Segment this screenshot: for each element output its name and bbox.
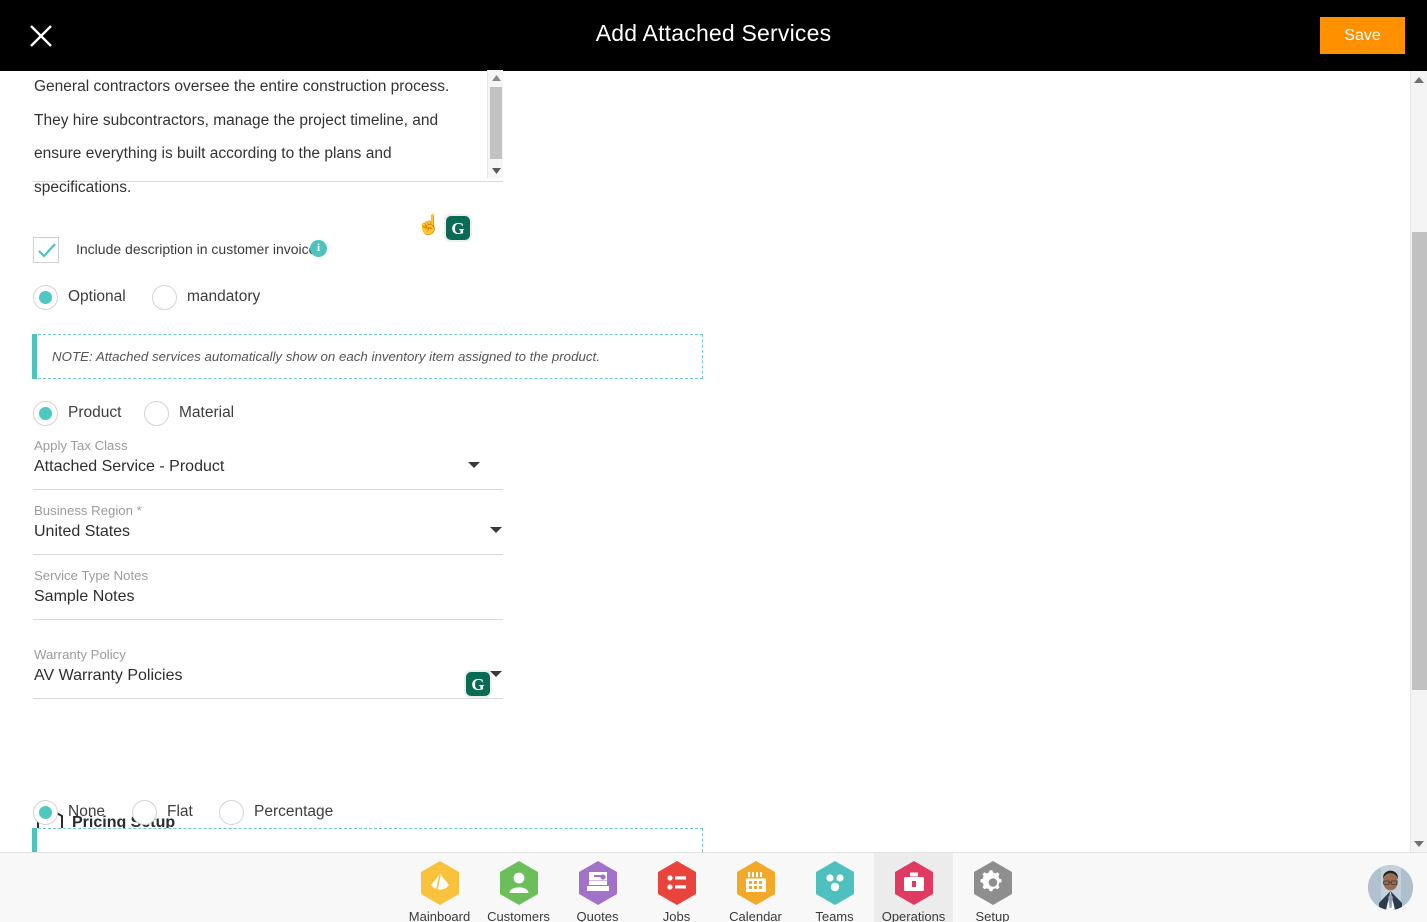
radio-label: mandatory	[187, 288, 261, 305]
field-warranty-policy[interactable]: Warranty Policy AV Warranty Policies	[33, 647, 503, 699]
nav-item-customers[interactable]: Customers	[479, 853, 558, 922]
field-label: Business Region *	[34, 503, 142, 518]
info-icon[interactable]: i	[310, 240, 327, 257]
field-apply-tax-class[interactable]: Apply Tax Class Attached Service - Produ…	[33, 438, 503, 490]
nav-label: Teams	[815, 909, 854, 922]
chevron-down-icon[interactable]	[468, 462, 480, 468]
gear-icon	[972, 860, 1014, 906]
radio-label: Flat	[167, 803, 193, 820]
page-title: Add Attached Services	[595, 20, 832, 46]
nav-item-teams[interactable]: Teams	[795, 853, 874, 922]
modal-header: Add Attached Services Save	[0, 0, 1427, 71]
bottom-navigation-bar: Mainboard Customers Quotes Jobs Calendar…	[0, 852, 1427, 922]
description-text: General contractors oversee the entire c…	[34, 78, 454, 196]
save-button[interactable]: Save	[1320, 17, 1405, 54]
scroll-up-icon[interactable]	[1411, 71, 1427, 88]
field-value: AV Warranty Policies	[34, 667, 183, 684]
field-label: Service Type Notes	[34, 568, 149, 583]
nav-item-calendar[interactable]: Calendar	[716, 853, 795, 922]
radio-label: Percentage	[254, 803, 334, 820]
nav-label: Setup	[975, 909, 1010, 922]
form-content: General contractors oversee the entire c…	[0, 70, 1400, 868]
field-value: Attached Service - Product	[34, 458, 225, 475]
pointing-hand-icon: ☝	[417, 215, 441, 236]
nav-item-operations[interactable]: Operations	[874, 853, 953, 922]
chevron-down-icon[interactable]	[490, 527, 502, 533]
nav-items: Mainboard Customers Quotes Jobs Calendar…	[400, 853, 1032, 922]
nav-label: Quotes	[576, 909, 619, 922]
nav-label: Customers	[487, 909, 550, 922]
radio-circle	[33, 285, 58, 310]
radio-label: Product	[68, 404, 122, 421]
description-textarea[interactable]: General contractors oversee the entire c…	[33, 70, 503, 196]
nav-item-mainboard[interactable]: Mainboard	[400, 853, 479, 922]
field-service-type-notes[interactable]: Service Type Notes Sample Notes	[33, 568, 503, 620]
include-description-label: Include description in customer invoice	[76, 241, 317, 257]
radio-label: Material	[179, 404, 235, 421]
include-description-checkbox[interactable]	[33, 237, 59, 263]
list-icon	[656, 860, 698, 906]
note-accent-bar	[32, 334, 37, 379]
cards-icon	[577, 860, 619, 906]
nav-label: Calendar	[729, 909, 782, 922]
field-value: United States	[34, 523, 131, 540]
nav-label: Operations	[881, 909, 946, 922]
radio-label: Optional	[68, 288, 126, 305]
radio-circle	[144, 401, 169, 426]
scrollbar-thumb[interactable]	[490, 87, 502, 159]
note-box: NOTE: Attached services automatically sh…	[32, 334, 703, 379]
radio-circle	[33, 401, 58, 426]
field-label: Apply Tax Class	[34, 438, 128, 453]
grammarly-icon[interactable]: G	[444, 214, 472, 242]
person-icon	[498, 860, 540, 906]
radio-circle	[152, 285, 177, 310]
note-text: NOTE: Attached services automatically sh…	[52, 349, 600, 364]
radio-label: None	[68, 803, 106, 820]
scroll-down-icon[interactable]	[488, 163, 504, 178]
nav-label: Mainboard	[408, 909, 471, 922]
dashboard-icon	[419, 860, 461, 906]
scroll-down-icon[interactable]	[1411, 835, 1427, 852]
nav-item-setup[interactable]: Setup	[953, 853, 1032, 922]
radio-circle	[132, 800, 157, 825]
scroll-up-icon[interactable]	[488, 70, 504, 85]
chevron-down-icon[interactable]	[490, 671, 502, 677]
user-avatar[interactable]	[1368, 865, 1413, 910]
nav-label: Jobs	[662, 909, 691, 922]
scrollbar-thumb[interactable]	[1412, 232, 1427, 690]
field-business-region[interactable]: Business Region * United States	[33, 503, 503, 555]
description-scrollbar[interactable]	[487, 70, 503, 178]
group-icon	[814, 860, 856, 906]
nav-item-quotes[interactable]: Quotes	[558, 853, 637, 922]
nav-item-jobs[interactable]: Jobs	[637, 853, 716, 922]
app-root: Add Attached Services Save General contr…	[0, 0, 1427, 922]
field-value: Sample Notes	[34, 588, 135, 605]
radio-circle	[219, 800, 244, 825]
radio-circle	[33, 800, 58, 825]
page-scrollbar[interactable]	[1410, 71, 1427, 852]
calendar-icon	[735, 860, 777, 906]
briefcase-icon	[893, 860, 935, 906]
modal-body: General contractors oversee the entire c…	[0, 70, 1427, 868]
field-label: Warranty Policy	[34, 647, 126, 662]
